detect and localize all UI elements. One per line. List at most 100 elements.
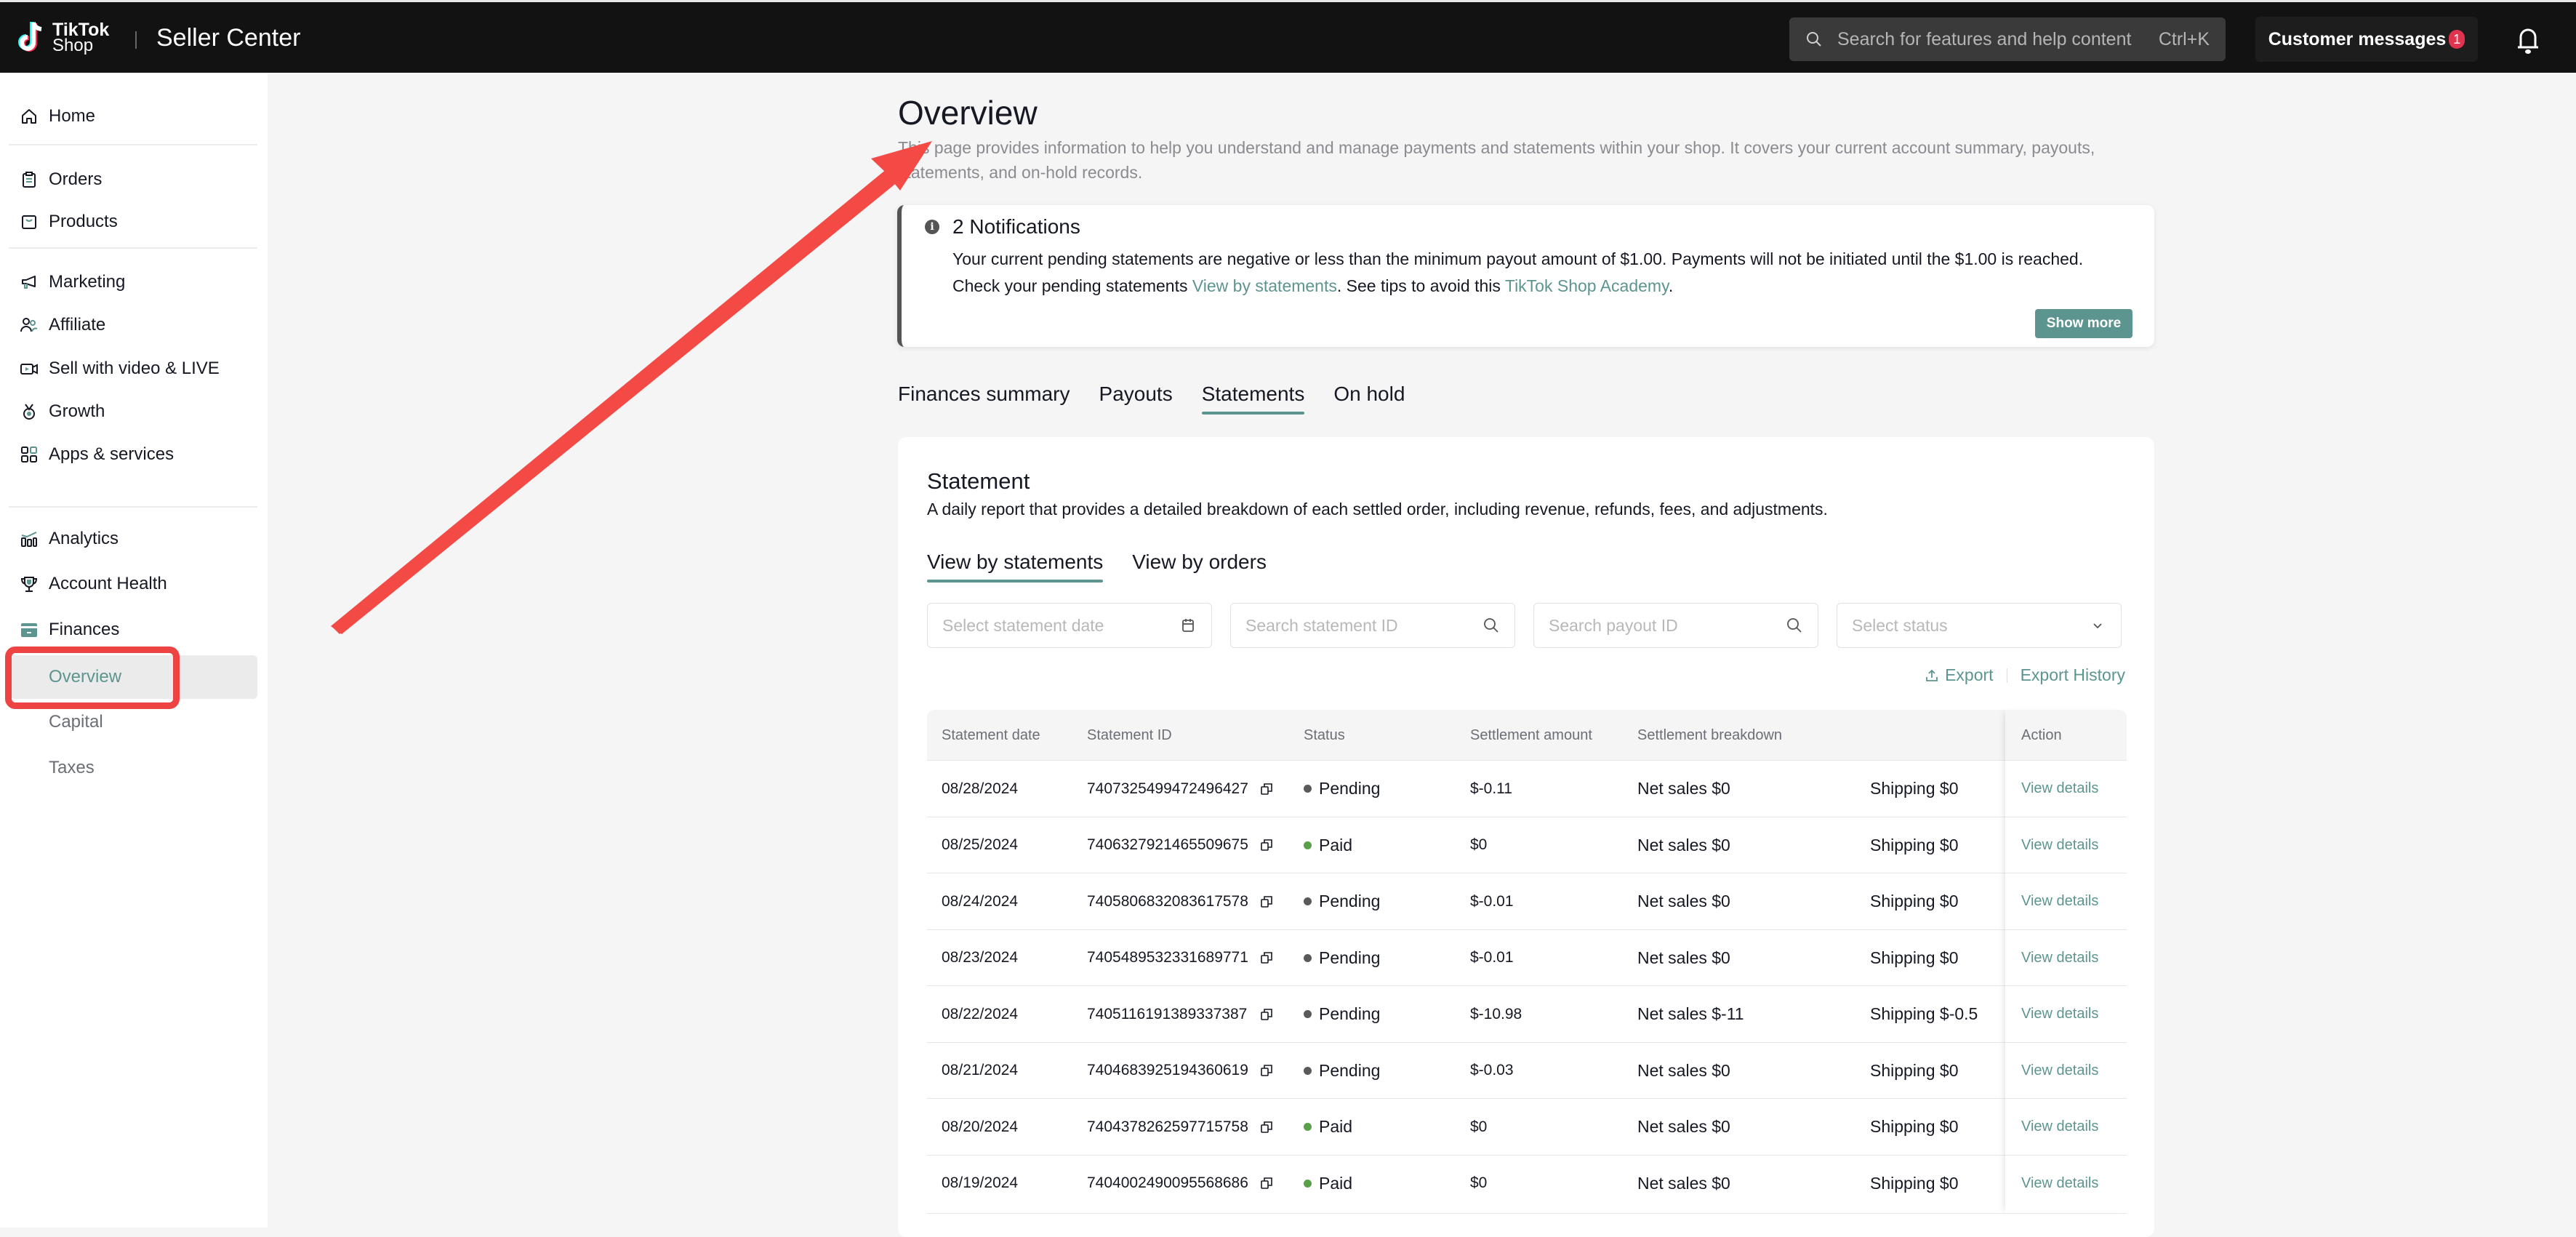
status-cell: Pending bbox=[1304, 930, 1380, 986]
statement-id: 7405806832083617578 bbox=[1087, 892, 1248, 910]
status-cell: Paid bbox=[1304, 817, 1352, 873]
clipboard-icon bbox=[23, 172, 36, 188]
page-title: Overview bbox=[898, 94, 1038, 132]
copy-icon[interactable] bbox=[1260, 895, 1273, 908]
statement-id-placeholder: Search statement ID bbox=[1245, 615, 1398, 635]
tiktok-shop-logo[interactable]: TikTok Shop bbox=[17, 20, 109, 56]
copy-icon[interactable] bbox=[1260, 1008, 1273, 1021]
copy-icon[interactable] bbox=[1260, 951, 1273, 964]
status-cell: Paid bbox=[1304, 1099, 1352, 1155]
status-text: Paid bbox=[1319, 835, 1353, 854]
statement-id-cell: 7406327921465509675 bbox=[1087, 817, 1273, 873]
net-sales: Net sales $0 bbox=[1637, 948, 1730, 967]
tab-view-by-statements[interactable]: View by statements bbox=[927, 551, 1104, 583]
sidebar-item-label: Apps & services bbox=[49, 444, 174, 464]
status-text: Paid bbox=[1319, 1173, 1353, 1193]
copy-icon[interactable] bbox=[1260, 782, 1273, 796]
video-camera-icon bbox=[20, 364, 38, 375]
settlement-amount: $-0.01 bbox=[1470, 949, 1514, 966]
show-more-button[interactable]: Show more bbox=[2035, 309, 2132, 338]
tab-view-by-orders[interactable]: View by orders bbox=[1132, 551, 1267, 583]
tiktok-shop-academy-link[interactable]: TikTok Shop Academy bbox=[1505, 276, 1669, 295]
export-icon bbox=[1926, 669, 1938, 681]
status-text: Pending bbox=[1319, 948, 1381, 967]
settlement-amount: $-0.03 bbox=[1470, 1062, 1514, 1078]
copy-icon[interactable] bbox=[1260, 1177, 1273, 1190]
payout-id-search[interactable]: Search payout ID bbox=[1533, 603, 1818, 648]
view-details-link[interactable]: View details bbox=[2021, 1099, 2098, 1155]
sidebar-item-apps-services[interactable]: Apps & services bbox=[0, 436, 268, 473]
statement-id: 7404683925194360619 bbox=[1087, 1062, 1248, 1078]
shipping: Shipping $0 bbox=[1870, 948, 1959, 967]
tab-on-hold[interactable]: On hold bbox=[1333, 383, 1405, 415]
status-select[interactable]: Select status bbox=[1837, 603, 2122, 648]
sidebar-divider bbox=[9, 506, 257, 508]
table-row: 08/24/2024 7405806832083617578 Pending $-0.… bbox=[927, 873, 2127, 930]
view-details-link[interactable]: View details bbox=[2021, 1156, 2098, 1212]
tab-payouts[interactable]: Payouts bbox=[1099, 383, 1173, 415]
sidebar-subitem-capital[interactable]: Capital bbox=[0, 704, 268, 740]
calendar-icon bbox=[1182, 619, 1194, 632]
customer-messages-button[interactable]: Customer messages 1 bbox=[2255, 17, 2478, 62]
statement-id: 7405489532331689771 bbox=[1087, 949, 1248, 966]
sidebar-item-analytics[interactable]: Analytics bbox=[0, 521, 268, 557]
view-details-link[interactable]: View details bbox=[2021, 986, 2098, 1042]
medal-icon bbox=[23, 404, 35, 420]
copy-icon[interactable] bbox=[1260, 1064, 1273, 1077]
statement-date: 08/22/2024 bbox=[942, 1005, 1019, 1022]
apps-grid-icon bbox=[21, 447, 37, 463]
view-details-link[interactable]: View details bbox=[2021, 1043, 2098, 1099]
view-details-link[interactable]: View details bbox=[2021, 817, 2098, 873]
view-by-statements-link[interactable]: View by statements bbox=[1192, 276, 1337, 295]
sidebar-item-marketing[interactable]: Marketing bbox=[0, 264, 268, 300]
sidebar-item-growth[interactable]: Growth bbox=[0, 393, 268, 430]
export-history-button[interactable]: Export History bbox=[2021, 665, 2125, 685]
status-placeholder: Select status bbox=[1852, 615, 1948, 635]
statement-date: 08/28/2024 bbox=[942, 780, 1019, 797]
shopping-bag-icon bbox=[22, 215, 36, 229]
status-cell: Pending bbox=[1304, 761, 1380, 817]
column-header-status: Status bbox=[1304, 727, 1345, 743]
sidebar-item-home[interactable]: Home bbox=[0, 98, 268, 135]
bell-icon[interactable] bbox=[2513, 24, 2543, 56]
net-sales: Net sales $0 bbox=[1637, 779, 1730, 798]
shipping: Shipping $0 bbox=[1870, 1060, 1959, 1080]
shipping: Shipping $0 bbox=[1870, 779, 1959, 798]
tab-statements[interactable]: Statements bbox=[1201, 383, 1304, 415]
megaphone-icon bbox=[22, 276, 36, 289]
view-details-link[interactable]: View details bbox=[2021, 761, 2098, 817]
status-dot-pending bbox=[1304, 953, 1312, 962]
sidebar-item-products[interactable]: Products bbox=[0, 204, 268, 240]
copy-icon[interactable] bbox=[1260, 1121, 1273, 1134]
copy-icon[interactable] bbox=[1260, 838, 1273, 852]
shipping: Shipping $0 bbox=[1870, 835, 1959, 854]
table-row: 08/21/2024 7404683925194360619 Pending $-0.… bbox=[927, 1043, 2127, 1099]
sidebar-item-affiliate[interactable]: Affiliate bbox=[0, 307, 268, 343]
users-icon bbox=[20, 318, 38, 332]
status-text: Pending bbox=[1319, 1060, 1381, 1080]
export-button[interactable]: Export bbox=[1945, 665, 1993, 685]
search-icon bbox=[1484, 618, 1498, 633]
sidebar-divider bbox=[9, 144, 257, 145]
bar-chart-icon bbox=[21, 532, 37, 547]
statement-id-search[interactable]: Search statement ID bbox=[1230, 603, 1515, 648]
sidebar-item-sell-with-video-live[interactable]: Sell with video & LIVE bbox=[0, 351, 268, 387]
statement-title: Statement bbox=[927, 468, 1030, 494]
net-sales: Net sales $0 bbox=[1637, 1173, 1730, 1193]
statement-date-picker[interactable]: Select statement date bbox=[927, 603, 1212, 648]
sidebar-item-label: Analytics bbox=[49, 529, 119, 548]
global-search[interactable]: Search for features and help content Ctr… bbox=[1789, 17, 2226, 61]
statement-date: 08/24/2024 bbox=[942, 892, 1019, 910]
sidebar-item-account-health[interactable]: Account Health bbox=[0, 566, 268, 602]
statement-id-cell: 7404378262597715758 bbox=[1087, 1099, 1273, 1155]
sidebar-subitem-taxes[interactable]: Taxes bbox=[0, 750, 268, 786]
sidebar-item-orders[interactable]: Orders bbox=[0, 161, 268, 198]
tab-finances-summary[interactable]: Finances summary bbox=[898, 383, 1070, 415]
sidebar-item-finances[interactable]: Finances bbox=[0, 612, 268, 648]
view-details-link[interactable]: View details bbox=[2021, 930, 2098, 986]
tiktok-note-icon bbox=[18, 22, 42, 52]
status-dot-pending bbox=[1304, 1010, 1312, 1018]
view-details-link[interactable]: View details bbox=[2021, 873, 2098, 929]
annotation-arrow-shaft bbox=[331, 169, 898, 634]
statement-description: A daily report that provides a detailed … bbox=[927, 500, 1828, 519]
